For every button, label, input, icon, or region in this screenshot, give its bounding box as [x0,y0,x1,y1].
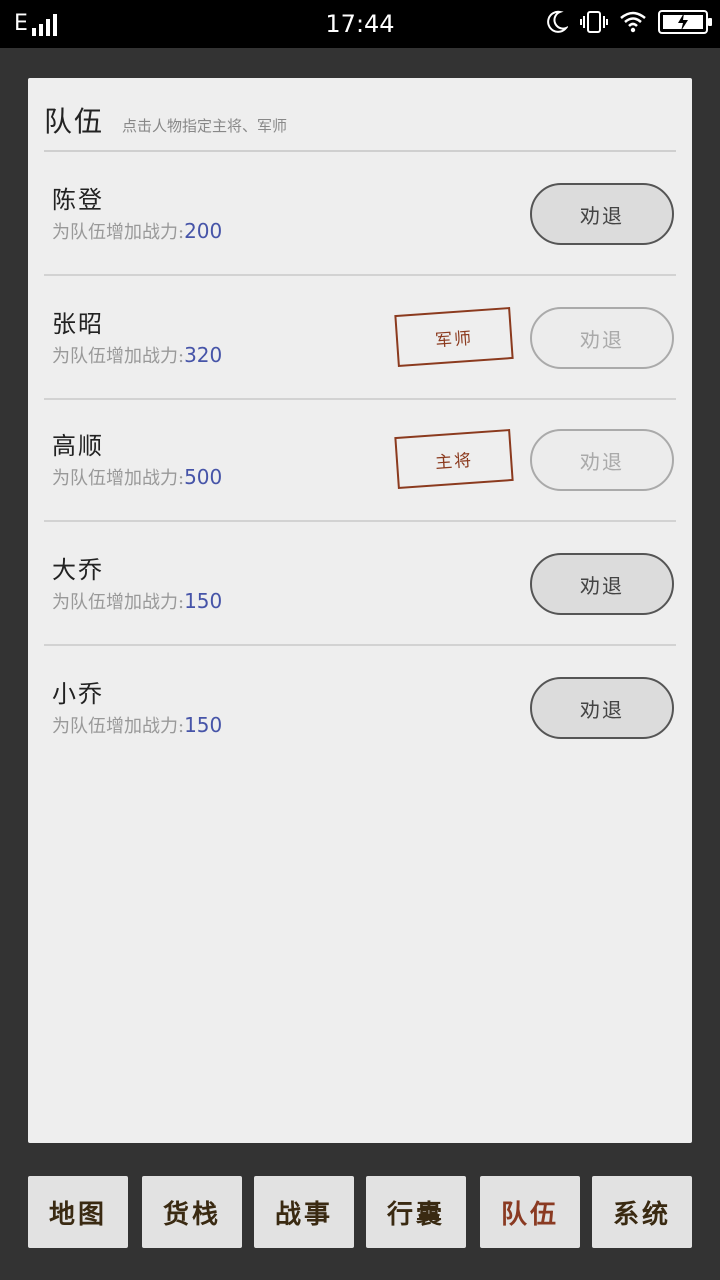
power-label: 为队伍增加战力: [52,592,185,613]
power-value: 150 [184,713,223,737]
role-stamp-general: 主将 [394,429,514,489]
dismiss-button[interactable]: 劝退 [530,183,674,245]
tab-system[interactable]: 系统 [592,1176,692,1248]
page-title: 队伍 [44,105,105,138]
dismiss-button[interactable]: 劝退 [530,307,674,369]
power-label: 为队伍增加战力: [52,716,185,737]
member-row[interactable]: 小乔 为队伍增加战力:150 劝退 [44,646,676,770]
member-power: 为队伍增加战力:320 [52,342,222,368]
tab-map[interactable]: 地图 [28,1176,128,1248]
dismiss-button[interactable]: 劝退 [530,429,674,491]
status-right [546,10,712,34]
member-name: 大乔 [52,556,104,584]
power-value: 150 [184,589,223,613]
member-power: 为队伍增加战力:200 [52,218,222,244]
tab-inventory[interactable]: 行囊 [366,1176,466,1248]
wifi-icon [620,11,646,33]
power-value: 500 [184,465,223,489]
power-label: 为队伍增加战力: [52,468,185,489]
member-name: 陈登 [52,186,104,214]
member-name: 张昭 [52,310,104,338]
power-label: 为队伍增加战力: [52,346,185,367]
team-panel: 队伍 点击人物指定主将、军师 陈登 为队伍增加战力:200 劝退 张昭 为队伍增… [28,78,692,1143]
tab-team[interactable]: 队伍 [480,1176,580,1248]
member-power: 为队伍增加战力:500 [52,464,222,490]
dismiss-button[interactable]: 劝退 [530,553,674,615]
vibrate-icon [580,10,608,34]
battery-icon [658,10,712,34]
member-row[interactable]: 陈登 为队伍增加战力:200 劝退 [44,152,676,276]
bottom-nav: 地图 货栈 战事 行囊 队伍 系统 [28,1176,692,1248]
member-power: 为队伍增加战力:150 [52,588,222,614]
moon-icon [546,10,568,34]
dismiss-button[interactable]: 劝退 [530,677,674,739]
role-stamp-advisor: 军师 [394,307,514,367]
power-value: 200 [184,219,223,243]
page-subtitle: 点击人物指定主将、军师 [122,117,288,135]
member-name: 高顺 [52,432,104,460]
member-row[interactable]: 大乔 为队伍增加战力:150 劝退 [44,522,676,646]
tab-shop[interactable]: 货栈 [142,1176,242,1248]
power-label: 为队伍增加战力: [52,222,185,243]
panel-header: 队伍 点击人物指定主将、军师 [44,100,676,152]
member-row[interactable]: 高顺 为队伍增加战力:500 主将 劝退 [44,398,676,522]
member-row[interactable]: 张昭 为队伍增加战力:320 军师 劝退 [44,276,676,400]
power-value: 320 [184,343,223,367]
status-bar: E 17:44 [0,0,720,48]
tab-battle[interactable]: 战事 [254,1176,354,1248]
member-name: 小乔 [52,680,104,708]
member-power: 为队伍增加战力:150 [52,712,222,738]
